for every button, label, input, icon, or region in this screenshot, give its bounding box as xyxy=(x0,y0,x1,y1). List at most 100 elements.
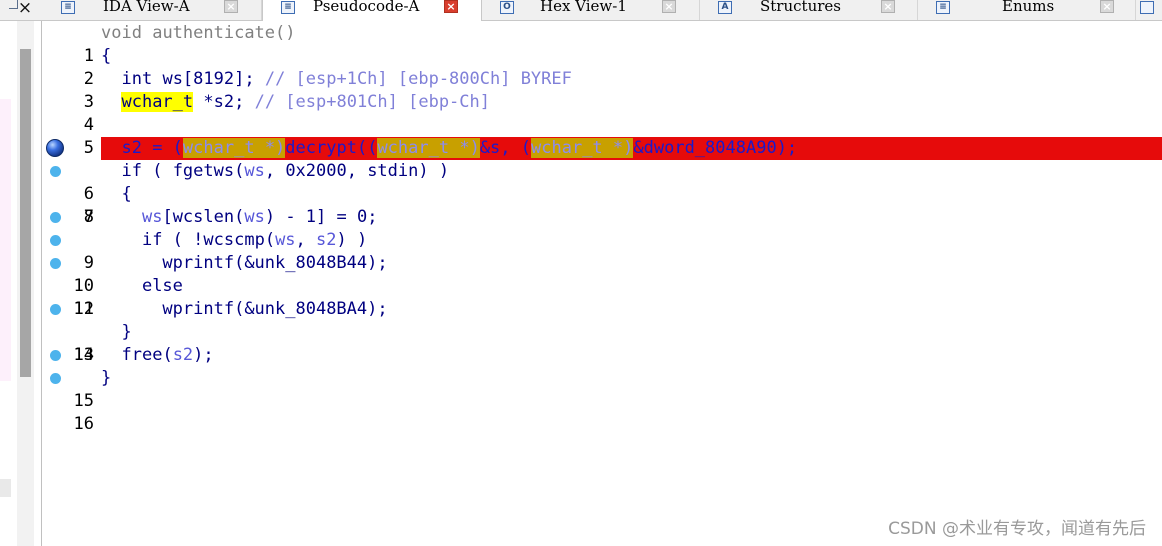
code-text[interactable]: } xyxy=(101,367,1162,390)
breakpoint-dot-icon[interactable] xyxy=(50,350,61,361)
tab-ida-view-a[interactable]: ≡ IDA View-A × xyxy=(44,0,262,20)
variable-ws[interactable]: ws xyxy=(244,161,264,181)
tab-enums[interactable]: ≡ Enums × xyxy=(918,0,1136,20)
highlighted-type-wchar-t[interactable]: wchar_t xyxy=(377,138,450,158)
tab-bar: × ≡ IDA View-A × ≡ Pseudocode-A × O Hex … xyxy=(0,0,1162,21)
punctuation: = ( xyxy=(141,138,183,158)
function-decrypt[interactable]: decrypt xyxy=(285,138,357,158)
close-icon: × xyxy=(17,0,33,18)
code-line-12[interactable]: 12 else xyxy=(42,275,1162,319)
variable-declaration[interactable]: ws[8192]; xyxy=(162,69,254,89)
code-line-10[interactable]: 10 if ( !wcscmp(ws, s2) ) xyxy=(42,229,1162,296)
breakpoint-dot-icon[interactable] xyxy=(50,235,61,246)
argument-dword[interactable]: &dword_8048A90 xyxy=(633,138,776,158)
breakpoint-dot-icon[interactable] xyxy=(50,212,61,223)
current-breakpoint-icon[interactable] xyxy=(46,139,64,157)
function-wcslen[interactable]: wcslen xyxy=(173,207,234,227)
code-text[interactable]: else xyxy=(101,275,1162,298)
tab-structures[interactable]: A Structures × xyxy=(700,0,918,20)
tab-close-icon[interactable]: × xyxy=(444,0,458,13)
code-line-11[interactable]: 11 wprintf(&unk_8048B44); xyxy=(42,252,1162,319)
code-text[interactable]: free(s2); xyxy=(101,344,1162,367)
code-line-4[interactable]: 4 wchar_t *s2; // [esp+801Ch] [ebp-Ch] xyxy=(42,91,1162,135)
function-name[interactable]: authenticate xyxy=(152,23,275,43)
code-line-8[interactable]: 8 { xyxy=(42,183,1162,227)
code-text[interactable]: { xyxy=(101,45,1162,68)
code-text[interactable]: if ( !wcscmp(ws, s2) ) xyxy=(101,229,1162,252)
variable-s2[interactable]: s2 xyxy=(173,345,193,365)
variable-s2[interactable]: s2 xyxy=(121,138,141,158)
variable-ws[interactable]: ws xyxy=(275,230,295,250)
watermark: CSDN @术业有专攻，闻道有先后 xyxy=(888,519,1146,539)
function-wprintf[interactable]: wprintf xyxy=(162,253,234,273)
disassembly-view-icon: ≡ xyxy=(61,1,75,14)
code-text[interactable]: wchar_t *s2; // [esp+801Ch] [ebp-Ch] xyxy=(101,91,1162,114)
variable-ws[interactable]: ws xyxy=(244,207,264,227)
tab-hex-view-1[interactable]: O Hex View-1 × xyxy=(482,0,700,20)
code-line-3[interactable]: 3 int ws[8192]; // [esp+1Ch] [ebp-800Ch]… xyxy=(42,68,1162,112)
punctuation: ( xyxy=(141,161,173,181)
enums-icon: ≡ xyxy=(936,1,950,14)
code-text[interactable]: } xyxy=(101,321,1162,344)
variable-declaration[interactable]: *s2; xyxy=(203,92,244,112)
keyword-if: if xyxy=(121,161,142,181)
argument-s[interactable]: &s xyxy=(480,138,500,158)
variable-s2[interactable]: s2 xyxy=(316,230,336,250)
tab-close-icon[interactable]: × xyxy=(881,0,895,13)
function-wcscmp[interactable]: wcscmp xyxy=(203,230,264,250)
breakpoint-dot-icon[interactable] xyxy=(50,166,61,177)
structures-icon: A xyxy=(718,1,732,14)
punctuation: [ xyxy=(162,207,173,227)
punctuation: ( ! xyxy=(162,230,204,250)
punctuation: ); xyxy=(193,345,214,365)
code-comment: // [esp+1Ch] [ebp-800Ch] BYREF xyxy=(264,69,572,89)
pseudocode-view[interactable]: 1 void authenticate() 2 { 3 int ws[8192]… xyxy=(42,21,1162,546)
panel-content-strip xyxy=(0,99,11,381)
code-line-1[interactable]: 1 void authenticate() xyxy=(42,22,1162,66)
pin-icon xyxy=(9,0,18,9)
function-free[interactable]: free xyxy=(121,345,162,365)
code-line-13[interactable]: 13 wprintf(&unk_8048BA4); xyxy=(42,298,1162,365)
type-int[interactable]: int xyxy=(121,69,152,89)
code-text[interactable]: if ( fgetws(ws, 0x2000, stdin) ) xyxy=(101,160,1162,183)
breakpoint-dot-icon[interactable] xyxy=(50,258,61,269)
tab-label: Pseudocode-A xyxy=(313,0,420,15)
tab-close-icon[interactable]: × xyxy=(224,0,238,13)
code-line-15[interactable]: 15 free(s2); xyxy=(42,344,1162,411)
code-line-6-current[interactable]: 6 s2 = (wchar_t *)decrypt((wchar_t *)&s,… xyxy=(42,137,1162,204)
code-text[interactable]: s2 = (wchar_t *)decrypt((wchar_t *)&s, (… xyxy=(101,137,1162,160)
highlighted-type-wchar-t[interactable]: wchar_t xyxy=(531,138,603,158)
scrollbar-thumb[interactable] xyxy=(20,49,31,377)
highlighted-type-wchar-t[interactable]: wchar_t xyxy=(121,92,194,112)
variable-ws[interactable]: ws xyxy=(142,207,162,227)
keyword-void: void xyxy=(101,23,142,43)
panel-close-button[interactable]: × xyxy=(9,0,39,20)
breakpoint-dot-icon[interactable] xyxy=(50,373,61,384)
tab-close-icon[interactable]: × xyxy=(1100,0,1114,13)
code-text[interactable]: ws[wcslen(ws) - 1] = 0; xyxy=(101,206,1162,229)
code-text[interactable]: wprintf(&unk_8048BA4); xyxy=(101,298,1162,321)
code-line-5[interactable]: 5 xyxy=(42,114,1162,158)
left-side-panel xyxy=(0,21,42,546)
cast-pointer: *) xyxy=(602,138,634,158)
breakpoint-dot-icon[interactable] xyxy=(50,304,61,315)
tab-label: Enums xyxy=(1002,0,1055,15)
code-line-16[interactable]: 16 } xyxy=(42,367,1162,434)
code-line-2[interactable]: 2 { xyxy=(42,45,1162,89)
code-text[interactable]: void authenticate() xyxy=(101,22,1162,45)
function-fgetws[interactable]: fgetws xyxy=(173,161,234,181)
code-text[interactable]: int ws[8192]; // [esp+1Ch] [ebp-800Ch] B… xyxy=(101,68,1162,91)
code-text[interactable]: { xyxy=(101,183,1162,206)
code-line-14[interactable]: 14 } xyxy=(42,321,1162,365)
code-text[interactable] xyxy=(101,114,1162,137)
tab-close-icon[interactable]: × xyxy=(662,0,676,13)
keyword-else: else xyxy=(141,276,183,296)
code-line-9[interactable]: 9 ws[wcslen(ws) - 1] = 0; xyxy=(42,206,1162,273)
function-wprintf[interactable]: wprintf xyxy=(162,299,234,319)
highlighted-type-wchar-t[interactable]: wchar_t xyxy=(182,138,255,158)
line-number: 16 xyxy=(73,414,94,434)
code-line-7[interactable]: 7 if ( fgetws(ws, 0x2000, stdin) ) xyxy=(42,160,1162,227)
tab-pseudocode-a[interactable]: ≡ Pseudocode-A × xyxy=(262,0,482,21)
code-text[interactable]: wprintf(&unk_8048B44); xyxy=(101,252,1162,275)
tab-overflow[interactable] xyxy=(1136,0,1162,20)
